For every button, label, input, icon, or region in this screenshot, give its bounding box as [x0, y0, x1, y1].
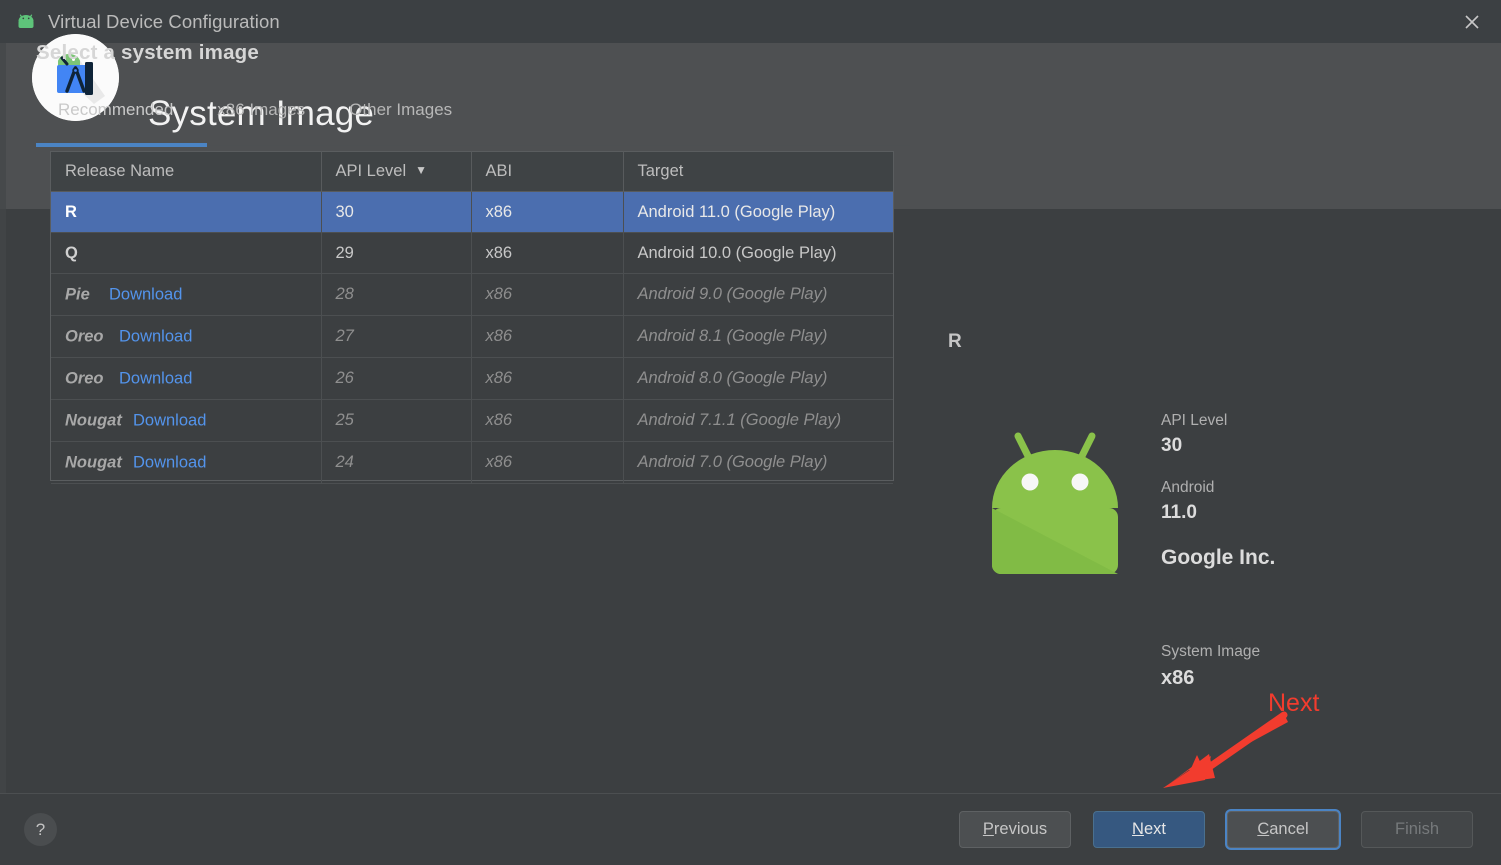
cell-abi: x86 [471, 233, 623, 274]
cell-release-name: Pie Download [51, 274, 321, 316]
table-row[interactable]: Nougat Download 24 x86 Android 7.0 (Goog… [51, 442, 893, 484]
column-header-api-level[interactable]: API Level▼ [321, 152, 471, 192]
table-row[interactable]: Nougat Download 25 x86 Android 7.1.1 (Go… [51, 400, 893, 442]
cell-api-level: 25 [321, 400, 471, 442]
cell-release-name: Q [51, 233, 321, 274]
table-row[interactable]: Pie Download 28 x86 Android 9.0 (Google … [51, 274, 893, 316]
cell-target: Android 11.0 (Google Play) [623, 192, 893, 233]
cell-abi: x86 [471, 358, 623, 400]
column-header-release-name[interactable]: Release Name [51, 152, 321, 192]
finish-button: Finish [1361, 811, 1473, 848]
cell-api-level: 29 [321, 233, 471, 274]
android-robot-logo [988, 430, 1122, 578]
previous-button[interactable]: Previous [959, 811, 1071, 848]
sort-descending-icon: ▼ [415, 163, 427, 177]
cell-target: Android 8.1 (Google Play) [623, 316, 893, 358]
download-link[interactable]: Download [129, 453, 206, 472]
system-image-label: System Image [1161, 643, 1461, 661]
cell-abi: x86 [471, 400, 623, 442]
cell-target: Android 8.0 (Google Play) [623, 358, 893, 400]
android-robot-icon [14, 10, 38, 34]
next-label-rest: ext [1144, 820, 1166, 838]
cell-release-name: Nougat Download [51, 442, 321, 484]
annotation-arrow-icon [1155, 710, 1290, 795]
system-image-field: System Image x86 [1161, 643, 1461, 685]
vendor-value: Google Inc. [1161, 546, 1461, 570]
system-image-table[interactable]: Release Name API Level▼ ABI Target R [50, 151, 894, 481]
cell-release-name: Oreo Download [51, 358, 321, 400]
cancel-label-rest: ancel [1269, 820, 1308, 838]
previous-mnemonic: P [983, 820, 994, 838]
release-name-text: Pie [65, 285, 90, 304]
close-icon[interactable] [1443, 0, 1501, 43]
next-button[interactable]: Next [1093, 811, 1205, 848]
download-link[interactable]: Download [129, 411, 206, 430]
body-edge-strip [0, 209, 6, 793]
cell-api-level: 28 [321, 274, 471, 316]
help-button[interactable]: ? [24, 813, 57, 846]
table-row[interactable]: Oreo Download 27 x86 Android 8.1 (Google… [51, 316, 893, 358]
active-tab-indicator [36, 143, 207, 147]
cancel-mnemonic: C [1257, 820, 1269, 838]
download-link[interactable]: Download [105, 285, 182, 304]
release-name-text: Oreo [65, 327, 104, 346]
cell-api-level: 30 [321, 192, 471, 233]
tab-other-images[interactable]: Other Images [327, 100, 474, 133]
column-header-target[interactable]: Target [623, 152, 893, 192]
cell-target: Android 9.0 (Google Play) [623, 274, 893, 316]
detail-release-title: R [948, 331, 962, 353]
download-link[interactable]: Download [115, 369, 192, 388]
cell-target: Android 10.0 (Google Play) [623, 233, 893, 274]
cell-target: Android 7.0 (Google Play) [623, 442, 893, 484]
wizard-button-bar: Previous Next Cancel Finish [959, 811, 1473, 848]
cell-release-name: Oreo Download [51, 316, 321, 358]
window-title: Virtual Device Configuration [48, 11, 280, 33]
download-link[interactable]: Download [115, 327, 192, 346]
cell-release-name: R [51, 192, 321, 233]
tab-recommended[interactable]: Recommended [36, 100, 195, 133]
cell-api-level: 24 [321, 442, 471, 484]
previous-label-rest: revious [994, 820, 1047, 838]
cell-abi: x86 [471, 274, 623, 316]
cell-abi: x86 [471, 316, 623, 358]
cell-abi: x86 [471, 192, 623, 233]
android-version-label: Android [1161, 479, 1461, 497]
table-row[interactable]: R 30 x86 Android 11.0 (Google Play) [51, 192, 893, 233]
cell-api-level: 26 [321, 358, 471, 400]
api-level-value: 30 [1161, 435, 1461, 457]
next-mnemonic: N [1132, 820, 1144, 838]
cell-target: Android 7.1.1 (Google Play) [623, 400, 893, 442]
image-source-tabs: Recommended x86 Images Other Images [36, 100, 474, 133]
finish-label: Finish [1395, 820, 1439, 839]
tab-x86-images[interactable]: x86 Images [195, 100, 327, 133]
cell-api-level: 27 [321, 316, 471, 358]
window-titlebar: Virtual Device Configuration [0, 0, 1501, 43]
cancel-button[interactable]: Cancel [1227, 811, 1339, 848]
column-header-abi[interactable]: ABI [471, 152, 623, 192]
header-edge-strip [0, 43, 6, 209]
android-version-value: 11.0 [1161, 502, 1461, 524]
api-level-label: API Level [1161, 412, 1461, 430]
table-row[interactable]: Oreo Download 26 x86 Android 8.0 (Google… [51, 358, 893, 400]
release-name-text: Oreo [65, 369, 104, 388]
detail-fields: API Level 30 Android 11.0 Google Inc. [1161, 412, 1461, 570]
cell-abi: x86 [471, 442, 623, 484]
release-name-text: Nougat [65, 411, 122, 430]
system-image-value: x86 [1161, 667, 1461, 685]
cell-release-name: Nougat Download [51, 400, 321, 442]
section-title: Select a system image [36, 41, 259, 65]
table-row[interactable]: Q 29 x86 Android 10.0 (Google Play) [51, 233, 893, 274]
table-header-row: Release Name API Level▼ ABI Target [51, 152, 893, 192]
release-name-text: Nougat [65, 453, 122, 472]
